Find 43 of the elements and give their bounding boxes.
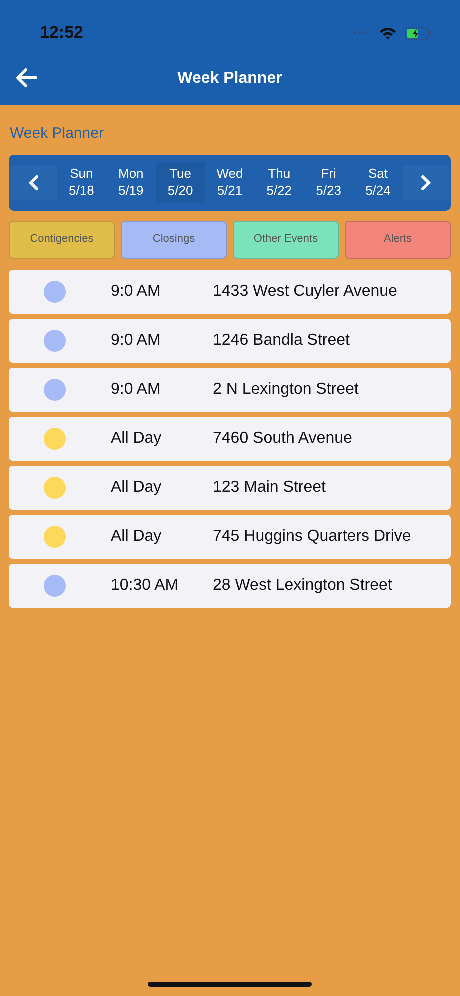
back-button[interactable] (16, 66, 38, 90)
event-row[interactable]: 9:0 AM 2 N Lexington Street (9, 368, 451, 412)
event-time: 9:0 AM (111, 282, 162, 302)
day-tab[interactable]: Thu 5/22 (254, 162, 304, 204)
event-time: All Day (111, 478, 163, 498)
event-address: 745 Huggins Quarters Drive (213, 526, 412, 546)
event-row[interactable]: All Day 7460 South Avenue (9, 416, 451, 460)
wifi-icon (379, 26, 397, 40)
back-arrow-icon (16, 68, 38, 88)
event-address: 28 West Lexington Street (213, 576, 392, 596)
event-address: 123 Main Street (213, 478, 326, 498)
chevron-left-icon (28, 174, 40, 190)
event-address: 7460 South Avenue (213, 428, 352, 448)
battery-icon (405, 26, 432, 40)
event-time: 10:30 AM (111, 576, 180, 596)
filter-button[interactable]: Other Events (233, 220, 339, 258)
day-tab[interactable]: Mon 5/19 (106, 162, 156, 204)
event-time: 9:0 AM (111, 380, 162, 400)
event-row[interactable]: All Day 745 Huggins Quarters Drive (9, 514, 451, 558)
chevron-right-icon (420, 174, 432, 190)
filter-button[interactable]: Closings (121, 220, 227, 258)
event-row[interactable]: All Day 123 Main Street (9, 466, 451, 510)
next-week-button[interactable] (403, 166, 449, 200)
event-time: All Day (111, 526, 163, 546)
event-time: All Day (111, 428, 163, 448)
page-title: Week Planner (10, 125, 104, 142)
signal-icon (353, 31, 371, 35)
event-row[interactable]: 9:0 AM 1433 West Cuyler Avenue (9, 270, 451, 314)
event-row[interactable]: 10:30 AM 28 West Lexington Street (9, 564, 451, 608)
day-tab[interactable]: Sat 5/24 (354, 162, 403, 204)
event-address: 1246 Bandla Street (213, 330, 350, 350)
filter-button[interactable]: Contigencies (9, 220, 115, 258)
day-tab[interactable]: Fri 5/23 (304, 162, 354, 204)
day-tab[interactable]: Tue 5/20 (156, 162, 206, 204)
event-row[interactable]: 9:0 AM 1246 Bandla Street (9, 318, 451, 362)
previous-week-button[interactable] (11, 166, 57, 200)
header-title: Week Planner (178, 68, 282, 88)
day-tab[interactable]: Wed 5/21 (205, 162, 255, 204)
day-tab[interactable]: Sun 5/18 (57, 162, 106, 204)
event-time: 9:0 AM (111, 330, 162, 350)
status-time: 12:52 (40, 22, 84, 44)
event-address: 2 N Lexington Street (213, 380, 359, 400)
event-address: 1433 West Cuyler Avenue (213, 282, 398, 302)
